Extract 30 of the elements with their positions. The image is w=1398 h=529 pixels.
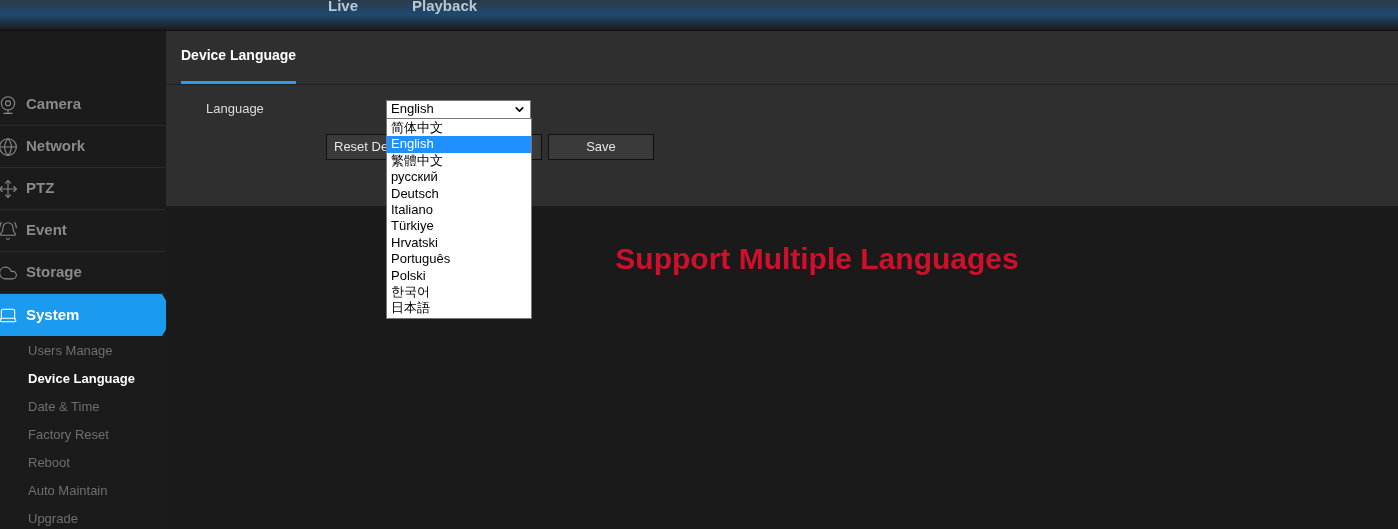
language-option[interactable]: Deutsch [387, 185, 531, 203]
banner-text: Support Multiple Languages [615, 241, 1019, 277]
language-option[interactable]: 한국어 [387, 284, 531, 301]
language-select[interactable]: English [386, 99, 531, 119]
webcam-icon [0, 94, 18, 115]
nav-link[interactable]: Playback [412, 0, 478, 13]
language-option[interactable]: Português [387, 251, 531, 268]
sidebar-item[interactable]: Network [0, 126, 165, 168]
sidebar-item[interactable]: PTZ [0, 168, 165, 210]
language-option[interactable]: Polski [387, 267, 531, 285]
action-button[interactable]: Save [548, 134, 654, 160]
move-icon [0, 178, 18, 199]
submenu-item[interactable]: Upgrade [0, 505, 166, 529]
bell-icon [0, 220, 18, 241]
language-option[interactable]: русский [387, 169, 531, 186]
language-option[interactable]: 繁體中文 [387, 152, 531, 170]
language-option[interactable]: Türkiye [387, 218, 531, 235]
sidebar-item[interactable]: Event [0, 210, 165, 252]
submenu-item[interactable]: Auto Maintain [0, 477, 166, 505]
nav-link[interactable]: Live [328, 0, 358, 13]
sidebar-item[interactable]: Camera [0, 84, 165, 126]
language-option[interactable]: 简体中文 [387, 120, 531, 137]
submenu-item[interactable]: Device Language [0, 365, 166, 393]
tab[interactable]: Device Language [181, 30, 297, 84]
submenu-item[interactable]: Users Manage [0, 337, 166, 365]
globe-icon [0, 136, 18, 157]
field-label: Language [206, 100, 265, 119]
language-option[interactable]: 日本語 [387, 300, 531, 317]
language-option[interactable]: Hrvatski [387, 234, 531, 252]
language-option[interactable]: Italiano [387, 202, 531, 219]
